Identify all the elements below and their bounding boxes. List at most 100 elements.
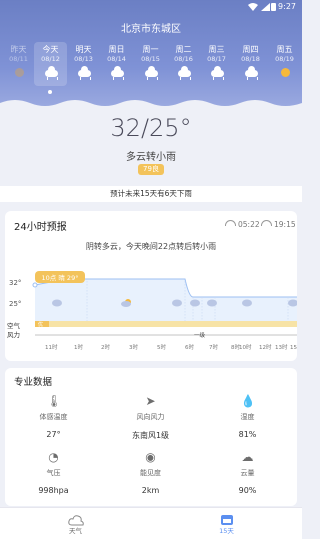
- metric-value: 998hpa: [38, 486, 69, 495]
- tab-weather-label: 天气: [69, 527, 82, 535]
- temp-low-label: 25°: [9, 300, 21, 308]
- cloud-rain-icon: [243, 66, 259, 80]
- day-name: 周四: [242, 45, 259, 54]
- hourly-time-axis: 11时 1时 2时 3时 5时 6时 7时 8时 10时 12时 13时 15: [45, 343, 297, 351]
- sunset-icon: [261, 220, 272, 226]
- aqi-badge[interactable]: 79良: [138, 164, 164, 175]
- day-date: 08/17: [207, 55, 226, 63]
- day-date: 08/16: [174, 55, 193, 63]
- cloud-rain-icon: [52, 299, 62, 307]
- sunrise-time: 05:22: [225, 220, 260, 229]
- forecast-note[interactable]: 预计未来15天有6天下雨: [0, 186, 302, 202]
- hour-label: 6时: [185, 343, 194, 351]
- cloud-rain-icon: [172, 299, 182, 307]
- hourly-tooltip-text: 10点 晴 29°: [42, 273, 79, 282]
- temp-high-label: 32°: [9, 279, 21, 287]
- day-name: 周三: [208, 45, 225, 54]
- metric-label: 体感温度: [39, 413, 68, 421]
- day-name: 昨天: [10, 45, 27, 54]
- tab-weather[interactable]: 天气: [0, 511, 151, 535]
- aqi-bar: [35, 321, 297, 327]
- visibility-icon: ◉: [145, 450, 156, 464]
- cloud-rain-icon: [242, 299, 252, 307]
- wind-value: 一级: [194, 331, 206, 339]
- cloud-rain-icon: [76, 66, 92, 80]
- wifi-icon: [248, 3, 258, 13]
- day-name: 明天: [75, 45, 92, 54]
- sunset-time: 19:15: [261, 220, 296, 229]
- cloud-cover-icon: ☁: [241, 450, 254, 464]
- metric-item: ◔ 气压 998hpa: [5, 450, 102, 495]
- sunset-label: 19:15: [274, 220, 296, 229]
- day-item[interactable]: 周三 08/17: [200, 44, 233, 80]
- sun-icon: [277, 67, 293, 78]
- cloud-rain-icon: [43, 66, 59, 80]
- wind-row-label: 风力: [7, 330, 20, 339]
- metric-item: ➤ 风向风力 东南风1级: [102, 394, 199, 441]
- tab-15days-label: 15天: [219, 527, 234, 535]
- day-item[interactable]: 周四 08/18: [234, 44, 267, 80]
- hour-label: 15: [290, 345, 297, 351]
- day-date: 08/12: [41, 55, 60, 63]
- day-date: 08/15: [141, 55, 160, 63]
- hour-label: 3时: [129, 343, 138, 351]
- air-row-label: 空气: [7, 321, 21, 330]
- day-name: 周日: [108, 45, 125, 54]
- metric-value: 27°: [46, 430, 61, 439]
- cloud-rain-icon: [109, 66, 125, 80]
- hour-label: 12时: [259, 343, 272, 351]
- hourly-forecast-card: 24小时预报 05:22 19:15 阴转多云，今天晚间22点转后转小雨 10点…: [5, 211, 297, 361]
- current-point: [32, 282, 38, 288]
- status-time: 9:27: [278, 2, 296, 11]
- hour-label: 7时: [209, 343, 218, 351]
- hour-label: 5时: [157, 343, 166, 351]
- today-indicator-dot: [48, 90, 52, 94]
- hour-label: 11时: [45, 343, 58, 351]
- tab-15days[interactable]: 15天: [151, 511, 302, 535]
- day-item[interactable]: 周日 08/14: [100, 44, 133, 80]
- hourly-chart[interactable]: 10点 晴 29° 32° 25° 优 空气 风力 一级 11时 1时 2时 3时 5时…: [5, 257, 297, 361]
- day-item[interactable]: 明天 08/13: [67, 44, 100, 80]
- weather-cloud-icon: [67, 511, 84, 526]
- haze-icon: [11, 67, 27, 78]
- battery-icon: [271, 3, 276, 13]
- day-item[interactable]: 周二 08/16: [167, 44, 200, 80]
- cloud-rain-icon: [209, 66, 225, 80]
- hourly-summary: 阴转多云，今天晚间22点转后转小雨: [85, 242, 217, 251]
- day-item[interactable]: 今天 08/12: [34, 42, 67, 86]
- metric-label: 风向风力: [136, 413, 165, 421]
- day-date: 08/18: [241, 55, 260, 63]
- temp-area: [35, 279, 297, 321]
- day-item[interactable]: 周一 08/15: [134, 44, 167, 80]
- professional-data-card: 专业数据 🌡 体感温度 27° ➤ 风向风力 东南风1级 💧 湿度 81% ◔ 气压 998hpa ◉ 能…: [5, 368, 297, 506]
- metric-label: 云量: [240, 469, 255, 477]
- metric-value: 90%: [238, 486, 257, 495]
- metric-item: ◉ 能见度 2km: [102, 450, 199, 495]
- cloud-rain-icon: [176, 66, 192, 80]
- location-title[interactable]: 北京市东城区: [0, 20, 302, 35]
- hour-label: 13时: [275, 343, 288, 351]
- day-name: 周五: [276, 45, 293, 54]
- cloud-rain-icon: [190, 299, 200, 307]
- day-item[interactable]: 昨天 08/11: [2, 44, 35, 78]
- humidity-icon: 💧: [240, 394, 256, 408]
- cloud-rain-icon: [207, 299, 217, 307]
- metric-item: 💧 湿度 81%: [199, 394, 296, 439]
- day-date: 08/19: [275, 55, 294, 63]
- current-temperature: 32/25°: [110, 114, 192, 142]
- hour-label: 1时: [74, 343, 83, 351]
- metric-label: 湿度: [240, 413, 255, 421]
- current-condition: 多云转小雨: [126, 152, 176, 163]
- calendar-icon: [219, 511, 235, 525]
- cloud-rain-icon: [143, 66, 159, 80]
- wind-direction-icon: ➤: [145, 394, 156, 408]
- sunrise-icon: [225, 220, 236, 226]
- hour-label: 2时: [101, 343, 110, 351]
- metric-item: 🌡 体感温度 27°: [5, 394, 102, 439]
- sunrise-label: 05:22: [238, 220, 260, 229]
- metric-value: 2km: [141, 486, 160, 495]
- hour-label: 10时: [239, 343, 252, 351]
- day-item[interactable]: 周五 08/19: [268, 44, 301, 78]
- day-name: 周一: [142, 45, 159, 54]
- metric-label: 气压: [46, 469, 61, 477]
